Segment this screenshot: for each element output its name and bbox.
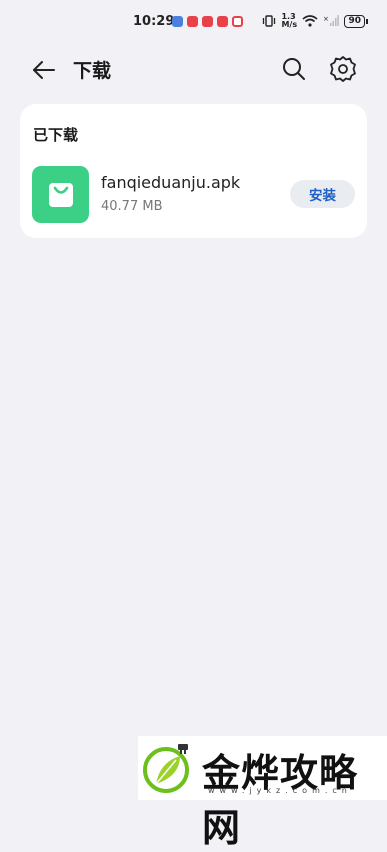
notification-icon <box>187 16 198 27</box>
shopping-bag-icon <box>48 182 73 207</box>
battery-indicator: 90 <box>344 14 368 28</box>
watermark: 金烨攻略网 www.jykz.com.cn <box>138 736 387 850</box>
section-title: 已下载 <box>33 126 79 144</box>
notification-icon <box>172 16 183 27</box>
wifi-icon <box>302 15 318 27</box>
leaf-logo-icon <box>143 744 189 793</box>
page-title: 下载 <box>73 60 112 82</box>
search-icon[interactable] <box>279 54 309 84</box>
vibrate-icon <box>263 15 276 27</box>
status-bar: 10:29 1.3 M/s × 90 <box>0 0 387 44</box>
notification-icon <box>202 16 213 27</box>
back-arrow-icon[interactable] <box>28 54 60 86</box>
gear-icon[interactable] <box>327 53 359 85</box>
watermark-url: www.jykz.com.cn <box>208 786 352 795</box>
notification-icon <box>217 16 228 27</box>
shopping-bag-icon <box>32 166 89 223</box>
signal-icon: × <box>323 15 340 26</box>
notification-icons <box>172 16 243 27</box>
network-speed: 1.3 M/s <box>281 12 298 29</box>
downloads-card: 已下载 fanqieduanju.apk 40.77 MB 安装 <box>20 104 367 238</box>
file-size: 40.77 MB <box>101 199 163 214</box>
svg-text:×: × <box>323 15 329 23</box>
watermark-text: 金烨攻略网 <box>202 751 359 850</box>
system-icons: 1.3 M/s × 90 <box>262 12 368 29</box>
status-time: 10:29 <box>133 14 175 29</box>
notification-icon <box>232 16 243 27</box>
install-button[interactable]: 安装 <box>290 180 355 208</box>
file-name[interactable]: fanqieduanju.apk <box>101 173 240 192</box>
app-bar: 下载 <box>0 44 387 96</box>
